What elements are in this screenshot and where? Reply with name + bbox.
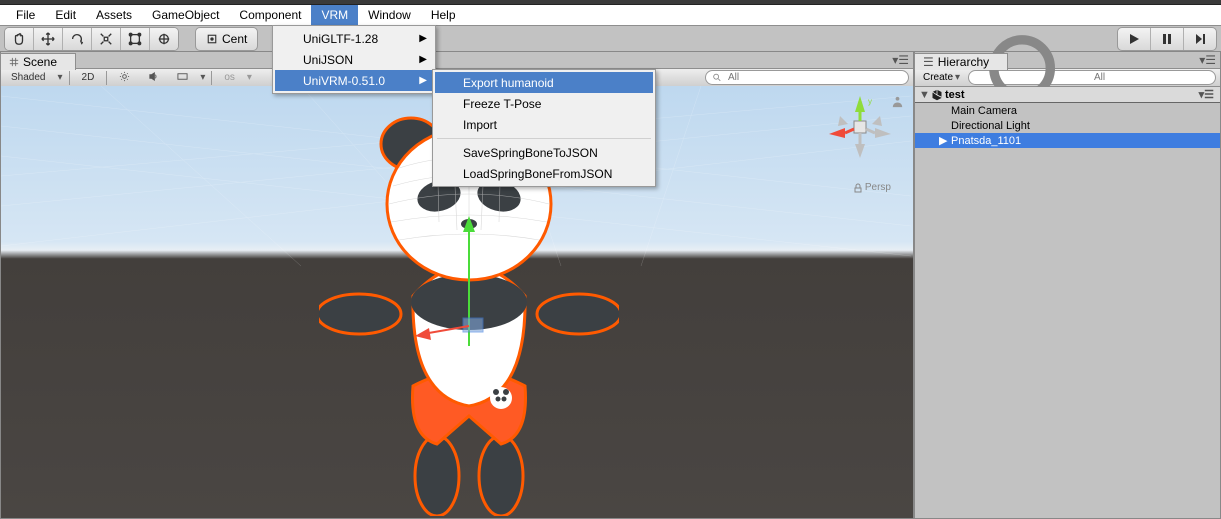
fx-toggle[interactable] bbox=[171, 71, 194, 85]
collab-icon[interactable] bbox=[890, 94, 905, 109]
menu-item-load-springbone[interactable]: LoadSpringBoneFromJSON bbox=[435, 163, 653, 184]
scene-search-input[interactable] bbox=[726, 71, 902, 84]
submenu-arrow-icon: ▶ bbox=[419, 33, 427, 44]
hand-tool[interactable] bbox=[5, 28, 34, 50]
rect-icon bbox=[128, 32, 142, 46]
persp-lock-icon bbox=[853, 183, 863, 193]
hierarchy-item[interactable]: Directional Light bbox=[915, 118, 1220, 133]
audio-icon bbox=[148, 71, 159, 82]
hierarchy-search-input[interactable] bbox=[1092, 71, 1209, 84]
hierarchy-item-label: Main Camera bbox=[951, 105, 1017, 117]
menu-item-import[interactable]: Import bbox=[435, 114, 653, 135]
hierarchy-scene-root[interactable]: ▼ test ▾☰ bbox=[915, 87, 1220, 103]
unity-logo-icon bbox=[931, 89, 943, 101]
rotate-icon bbox=[70, 32, 84, 46]
hierarchy-tab[interactable]: ☰ Hierarchy bbox=[914, 53, 1008, 70]
pause-icon bbox=[1161, 33, 1173, 45]
rotate-tool[interactable] bbox=[63, 28, 92, 50]
menu-vrm[interactable]: VRM bbox=[311, 5, 358, 25]
scene-search[interactable] bbox=[705, 70, 909, 85]
unified-icon bbox=[157, 32, 171, 46]
menu-item-univrm[interactable]: UniVRM-0.51.0▶ bbox=[275, 70, 433, 91]
orientation-gizmo[interactable]: y bbox=[825, 92, 895, 162]
hierarchy-root-label: test bbox=[945, 89, 965, 101]
hierarchy-item-label: Pnatsda_1101 bbox=[951, 135, 1021, 147]
step-icon bbox=[1194, 33, 1206, 45]
fx-icon bbox=[177, 71, 188, 82]
hierarchy-item-label: Directional Light bbox=[951, 120, 1030, 132]
menu-edit[interactable]: Edit bbox=[45, 5, 86, 25]
scale-icon bbox=[99, 32, 113, 46]
play-icon bbox=[1128, 33, 1140, 45]
search-icon bbox=[712, 72, 722, 83]
menu-item-export-humanoid[interactable]: Export humanoid bbox=[435, 72, 653, 93]
audio-toggle[interactable] bbox=[142, 71, 165, 85]
menu-item-unigltf[interactable]: UniGLTF-1.28▶ bbox=[275, 28, 433, 49]
scene-tab-label: Scene bbox=[23, 55, 57, 69]
hand-icon bbox=[12, 32, 26, 46]
submenu-arrow-icon: ▶ bbox=[419, 54, 427, 65]
move-tool[interactable] bbox=[34, 28, 63, 50]
svg-text:y: y bbox=[868, 97, 872, 106]
hierarchy-tab-label: Hierarchy bbox=[938, 55, 989, 69]
transform-tool-group bbox=[4, 27, 179, 51]
menu-item-unijson[interactable]: UniJSON▶ bbox=[275, 49, 433, 70]
submenu-arrow-icon: ▶ bbox=[419, 75, 427, 86]
play-button[interactable] bbox=[1118, 28, 1151, 50]
hierarchy-options-icon[interactable]: ▾☰ bbox=[1199, 53, 1220, 67]
scene-tab-icon bbox=[9, 57, 19, 67]
hierarchy-toolbar: Create▾ bbox=[915, 68, 1220, 87]
pivot-center-toggle[interactable]: Cent bbox=[195, 27, 258, 51]
pause-button[interactable] bbox=[1151, 28, 1184, 50]
scale-tool[interactable] bbox=[92, 28, 121, 50]
create-dropdown[interactable]: Create▾ bbox=[919, 72, 964, 83]
step-button[interactable] bbox=[1184, 28, 1216, 50]
univrm-submenu: Export humanoid Freeze T-Pose Import Sav… bbox=[432, 69, 656, 187]
gizmo-icon: y bbox=[825, 92, 895, 162]
perspective-label[interactable]: Persp bbox=[853, 182, 891, 193]
menu-item-save-springbone[interactable]: SaveSpringBoneToJSON bbox=[435, 142, 653, 163]
lighting-toggle[interactable] bbox=[113, 71, 136, 85]
menu-assets[interactable]: Assets bbox=[86, 5, 142, 25]
shading-mode-dropdown[interactable]: Shaded bbox=[5, 72, 51, 83]
hierarchy-item-selected[interactable]: ▶ Pnatsda_1101 bbox=[915, 133, 1220, 148]
gizmos-dropdown[interactable]: os bbox=[218, 72, 241, 83]
mode-2d-toggle[interactable]: 2D bbox=[76, 72, 101, 83]
menu-help[interactable]: Help bbox=[421, 5, 466, 25]
vrm-dropdown-menu: UniGLTF-1.28▶ UniJSON▶ UniVRM-0.51.0▶ bbox=[272, 25, 436, 94]
scene-options-icon[interactable]: ▾☰ bbox=[1199, 88, 1220, 101]
move-icon bbox=[41, 32, 55, 46]
menu-file[interactable]: File bbox=[6, 5, 45, 25]
scene-tab[interactable]: Scene bbox=[0, 53, 76, 70]
center-icon bbox=[206, 33, 218, 45]
unified-tool[interactable] bbox=[150, 28, 178, 50]
panel-options-icon[interactable]: ▾☰ bbox=[892, 53, 913, 67]
hierarchy-item[interactable]: Main Camera bbox=[915, 103, 1220, 118]
hierarchy-list[interactable]: ▼ test ▾☰ Main Camera Directional Light … bbox=[915, 87, 1220, 518]
play-controls bbox=[1117, 27, 1217, 51]
hierarchy-search[interactable] bbox=[968, 70, 1216, 85]
menu-window[interactable]: Window bbox=[358, 5, 421, 25]
hierarchy-panel: ☰ Hierarchy ▾☰ Create▾ ▼ test ▾☰ bbox=[914, 51, 1221, 519]
menu-gameobject[interactable]: GameObject bbox=[142, 5, 229, 25]
rect-tool[interactable] bbox=[121, 28, 150, 50]
sun-icon bbox=[119, 71, 130, 82]
pivot-center-label: Cent bbox=[222, 32, 247, 46]
menu-separator bbox=[437, 138, 651, 139]
menu-item-freeze-tpose[interactable]: Freeze T-Pose bbox=[435, 93, 653, 114]
menu-component[interactable]: Component bbox=[229, 5, 311, 25]
